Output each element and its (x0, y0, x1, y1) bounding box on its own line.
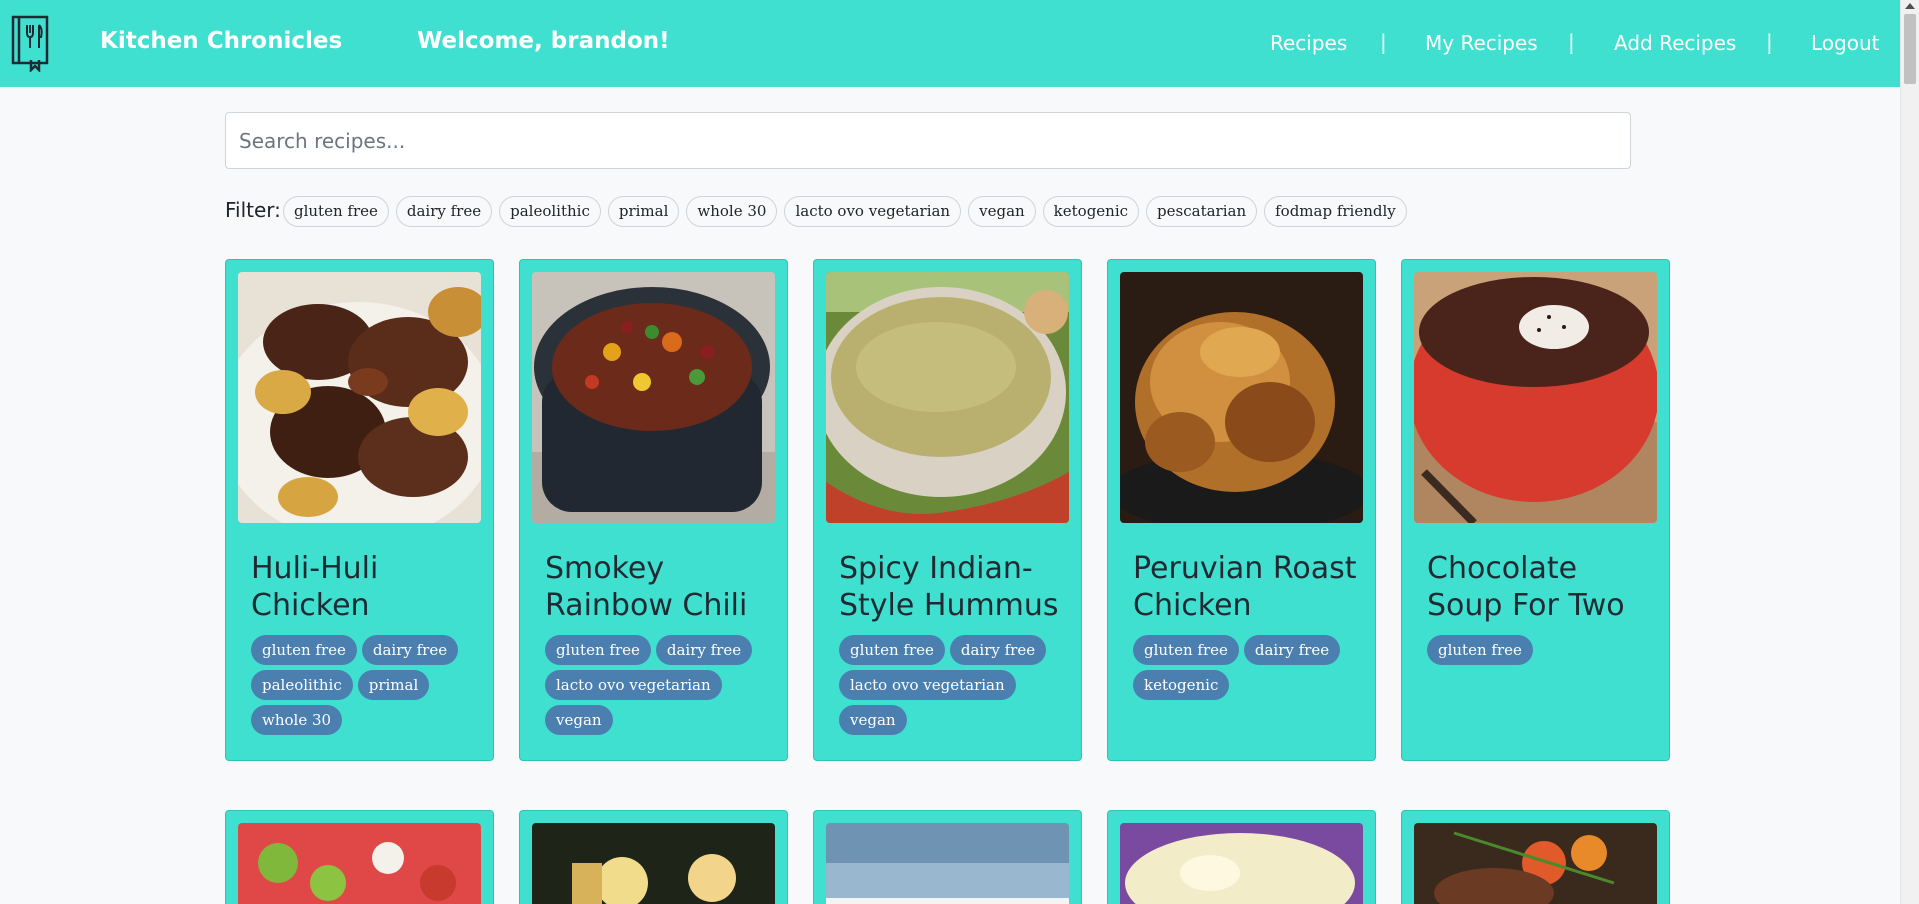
filter-chip-primal[interactable]: primal (607, 196, 680, 227)
nav-link-recipes[interactable]: Recipes (1270, 31, 1347, 55)
recipe-card[interactable]: Spicy Indian-Style Hummus gluten free da… (813, 259, 1082, 761)
recipe-tags: gluten free dairy free lacto ovo vegetar… (839, 635, 1069, 735)
filter-chip-paleolithic[interactable]: paleolithic (499, 196, 601, 227)
recipe-tag: dairy free (1243, 635, 1341, 665)
recipe-tag: dairy free (361, 635, 459, 665)
nav-separator: | (1766, 30, 1773, 54)
recipe-tag: primal (357, 670, 430, 700)
filter-chip-lacto-ovo-vegetarian[interactable]: lacto ovo vegetarian (784, 196, 962, 227)
recipe-book-icon[interactable] (10, 14, 52, 72)
recipe-card[interactable] (1401, 810, 1670, 904)
recipe-title[interactable]: Smokey Rainbow Chili (545, 550, 770, 624)
nav-link-logout[interactable]: Logout (1811, 31, 1879, 55)
recipe-tag: gluten free (545, 635, 651, 665)
recipe-image[interactable] (1120, 272, 1363, 523)
recipe-image[interactable] (1414, 272, 1657, 523)
recipe-card[interactable] (519, 810, 788, 904)
scrollbar[interactable] (1900, 0, 1919, 904)
filter-chip-gluten-free[interactable]: gluten free (283, 196, 389, 227)
recipe-image[interactable] (826, 272, 1069, 523)
nav-link-add-recipes[interactable]: Add Recipes (1614, 31, 1736, 55)
recipe-tag: gluten free (1133, 635, 1239, 665)
recipe-tag: lacto ovo vegetarian (839, 670, 1016, 700)
recipe-card[interactable]: Huli-Huli Chicken gluten free dairy free… (225, 259, 494, 761)
brand-title[interactable]: Kitchen Chronicles (100, 28, 342, 54)
recipe-image[interactable] (826, 823, 1069, 904)
nav-separator: | (1568, 30, 1575, 54)
recipe-tag: ketogenic (1133, 670, 1230, 700)
recipe-tag: vegan (545, 705, 613, 735)
filter-chip-ketogenic[interactable]: ketogenic (1042, 196, 1140, 227)
filter-chip-fodmap-friendly[interactable]: fodmap friendly (1264, 196, 1407, 227)
recipe-tags: gluten free (1427, 635, 1657, 665)
filter-label: Filter: (225, 198, 281, 222)
recipe-tag: gluten free (251, 635, 357, 665)
recipe-tag: dairy free (949, 635, 1047, 665)
nav-separator: | (1380, 30, 1387, 54)
search-input[interactable] (225, 112, 1631, 169)
recipe-title[interactable]: Spicy Indian-Style Hummus (839, 550, 1064, 624)
recipe-image[interactable] (238, 272, 481, 523)
welcome-message: Welcome, brandon! (417, 28, 670, 54)
scroll-up-arrow-icon[interactable] (1905, 3, 1915, 9)
navbar: Kitchen Chronicles Welcome, brandon! Rec… (0, 0, 1900, 87)
recipe-tag: dairy free (655, 635, 753, 665)
recipe-tag: whole 30 (251, 705, 343, 735)
recipe-title[interactable]: Chocolate Soup For Two (1427, 550, 1652, 624)
recipe-tag: gluten free (839, 635, 945, 665)
recipe-card[interactable] (1107, 810, 1376, 904)
filter-chip-dairy-free[interactable]: dairy free (395, 196, 493, 227)
recipe-tag: gluten free (1427, 635, 1533, 665)
recipe-title[interactable]: Peruvian Roast Chicken (1133, 550, 1358, 624)
recipe-tag: lacto ovo vegetarian (545, 670, 722, 700)
recipe-tags: gluten free dairy free lacto ovo vegetar… (545, 635, 775, 735)
filter-chip-vegan[interactable]: vegan (968, 196, 1036, 227)
recipe-tag: paleolithic (251, 670, 353, 700)
recipe-tags: gluten free dairy free ketogenic (1133, 635, 1363, 700)
recipe-image[interactable] (1414, 823, 1657, 904)
filter-chip-whole-30[interactable]: whole 30 (686, 196, 778, 227)
recipe-image[interactable] (532, 272, 775, 523)
recipe-tag: vegan (839, 705, 907, 735)
recipe-card[interactable]: Peruvian Roast Chicken gluten free dairy… (1107, 259, 1376, 761)
recipe-title[interactable]: Huli-Huli Chicken (251, 550, 476, 624)
recipe-card[interactable] (813, 810, 1082, 904)
recipe-card[interactable]: Smokey Rainbow Chili gluten free dairy f… (519, 259, 788, 761)
filter-chip-pescatarian[interactable]: pescatarian (1146, 196, 1258, 227)
recipe-card[interactable]: Chocolate Soup For Two gluten free (1401, 259, 1670, 761)
recipe-image[interactable] (532, 823, 775, 904)
recipe-image[interactable] (1120, 823, 1363, 904)
recipe-image[interactable] (238, 823, 481, 904)
recipe-card[interactable] (225, 810, 494, 904)
recipe-tags: gluten free dairy free paleolithic prima… (251, 635, 481, 735)
filter-options: gluten free dairy free paleolithic prima… (283, 196, 1407, 227)
nav-link-my-recipes[interactable]: My Recipes (1425, 31, 1538, 55)
scrollbar-thumb[interactable] (1904, 14, 1916, 84)
